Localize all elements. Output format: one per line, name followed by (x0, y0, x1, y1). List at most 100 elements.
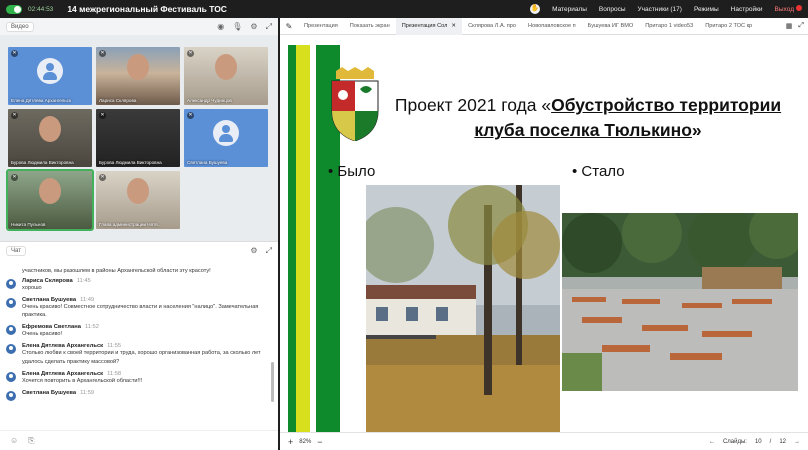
mic-off-icon: ✕ (11, 174, 18, 181)
tab-presentation[interactable]: Презентация (298, 18, 344, 35)
gear-icon[interactable]: ⚙ (250, 22, 257, 32)
user-icon (6, 371, 16, 382)
mic-off-icon: ✕ (99, 50, 106, 57)
mic-icon[interactable]: 🎙 (232, 22, 242, 32)
slide-navigation: ← Слайды: 10 / 12 → (709, 439, 800, 445)
tab-file[interactable]: Склярова Л.А. про (462, 18, 522, 35)
message-author: Светлана Бушуева (22, 389, 77, 396)
coat-of-arms-icon (331, 67, 379, 141)
video-tile[interactable]: ✕ Елена Дятлева Архангельск (8, 47, 92, 105)
pencil-icon[interactable]: ✎ (280, 22, 298, 31)
prev-slide-icon[interactable]: ← (709, 439, 715, 445)
raise-hand-icon[interactable]: ✋ (530, 4, 541, 14)
participant-video (39, 178, 61, 205)
video-tile-active-speaker[interactable]: ✕ Никита Пульнов (6, 169, 94, 231)
user-icon (6, 325, 16, 336)
next-slide-icon[interactable]: → (794, 439, 800, 445)
mic-off-icon: ✕ (11, 50, 18, 57)
chat-message: Елена Дятлева Архангельск 11:58 Хочется п… (6, 371, 264, 385)
tab-file[interactable]: Притаро 2 ТОС кр (699, 18, 758, 35)
video-grid: ✕ Елена Дятлева Архангельск ✕ Лариса Скл… (6, 47, 272, 231)
participant-name: Лариса Склярова (99, 98, 137, 103)
total-slides: 12 (779, 438, 786, 445)
slide-yellow-stripe (296, 45, 310, 445)
close-icon[interactable]: ✕ (451, 23, 456, 29)
video-tile[interactable]: ✕ Бурова Людмила Викторовна (96, 109, 180, 167)
nav-materials[interactable]: Материалы (552, 6, 587, 13)
participant-name: Елена Дятлева Архангельск (11, 98, 71, 103)
video-tile[interactable]: ✕ Бурова Людмила Викторовна (8, 109, 92, 167)
event-title: 14 межрегиональный Фестиваль ТОС (67, 4, 227, 14)
chat-message: Елена Дятлева Архангельск 11:55 Столько л… (6, 343, 264, 365)
participant-video (39, 116, 61, 143)
user-icon (6, 298, 16, 309)
record-toggle[interactable] (6, 4, 22, 14)
slide-canvas: Проект 2021 года «Обустройство территори… (288, 45, 808, 445)
chat-message: Лариса Склярова 11:45 хорошо (6, 278, 264, 292)
message-text: Хочется повторить в Архангельской област… (22, 377, 143, 384)
chat-message: Светлана Бушуева 11:49 Очень красиво! Сов… (6, 297, 264, 319)
nav-settings[interactable]: Настройки (731, 6, 763, 13)
mic-off-icon: ✕ (99, 112, 106, 119)
presentation-panel: ✎ Презентация Показать экран Презентация… (280, 17, 808, 450)
attach-icon[interactable]: ⎘ (28, 436, 34, 446)
expand-icon[interactable]: ⤢ (798, 22, 804, 30)
tab-active-presentation[interactable]: Презентация Сол ✕ (395, 17, 463, 35)
gear-icon[interactable]: ⚙ (250, 246, 257, 256)
emoji-icon[interactable]: ☺ (10, 436, 18, 445)
user-icon (6, 344, 16, 355)
record-time: 02:44:53 (28, 5, 54, 13)
exit-icon (796, 5, 802, 11)
exit-button[interactable]: Выход (775, 5, 802, 13)
slides-label: Слайды: (722, 438, 747, 445)
avatar-icon (213, 120, 239, 147)
video-tile[interactable]: ✕ Лариса Склярова (96, 47, 180, 105)
video-tile[interactable]: ✕ Глава администрации Нятв... (96, 171, 180, 229)
zoom-level: 82% (299, 438, 312, 445)
after-label: • Стало (572, 163, 625, 180)
chat-panel: Чат ⚙ ⤢ участников, мы разошлем в районы… (0, 241, 278, 450)
video-tile[interactable]: ✕ Светлана Бушуева (184, 109, 268, 167)
presentation-controls: + 82% − ← Слайды: 10 / 12 → (280, 432, 808, 450)
chat-input-bar: ☺ ⎘ (0, 430, 278, 450)
left-panel: Видео ◉ 🎙 ⚙ ⤢ ✕ Елена Дятлева Архангельс… (0, 18, 278, 450)
slide-white-stripe (310, 45, 316, 445)
participant-name: Бурова Людмила Викторовна (99, 160, 162, 165)
top-nav: ✋ Материалы Вопросы Участники (17) Режим… (530, 4, 802, 14)
zoom-in-button[interactable]: + (288, 437, 293, 447)
message-author: Елена Дятлева Архангельск (22, 370, 104, 377)
message-text: Очень красиво! (22, 331, 63, 338)
participant-name: Никита Пульнов (11, 222, 46, 227)
user-icon (6, 390, 16, 401)
nav-questions[interactable]: Вопросы (599, 6, 626, 13)
tab-share-screen[interactable]: Показать экран (344, 18, 396, 35)
before-photo (366, 185, 560, 445)
nav-participants[interactable]: Участники (17) (638, 6, 682, 13)
chat-message: Ефремова Светлана 11:52 Очень красиво! (6, 324, 264, 338)
video-panel-label: Видео (6, 21, 34, 32)
video-panel-header: Видео ◉ 🎙 ⚙ ⤢ (0, 18, 278, 35)
top-bar: 02:44:53 14 межрегиональный Фестиваль ТО… (0, 0, 808, 18)
chat-panel-label: Чат (6, 245, 26, 256)
camera-icon[interactable]: ◉ (217, 22, 224, 32)
avatar-icon (37, 58, 63, 85)
message-text: Столько любви к своей территории и труда… (22, 350, 261, 365)
tab-file[interactable]: Бушуева ИГ ВМО (582, 18, 640, 35)
chat-messages[interactable]: участников, мы разошлем в районы Арханге… (0, 265, 270, 430)
video-tile[interactable]: ✕ Александр Чудинцов (184, 47, 268, 105)
participant-name: Бурова Людмила Викторовна (11, 160, 74, 165)
expand-icon[interactable]: ⤢ (266, 22, 272, 32)
message-text: хорошо (22, 285, 42, 291)
nav-modes[interactable]: Режимы (694, 6, 719, 13)
expand-icon[interactable]: ⤢ (266, 246, 272, 256)
current-slide[interactable]: 10 (755, 439, 762, 445)
tab-file[interactable]: Притаро 1 video53 (639, 18, 699, 35)
zoom-out-button[interactable]: − (317, 437, 322, 447)
chat-scrollbar[interactable] (271, 362, 274, 402)
slide-separator: / (769, 438, 772, 445)
message-time: 11:45 (76, 278, 91, 284)
grid-icon[interactable]: ▦ (786, 22, 793, 30)
tab-file[interactable]: Новопавловское п (522, 18, 582, 35)
chat-panel-header: Чат ⚙ ⤢ (0, 242, 278, 259)
message-text: участников, мы разошлем в районы Арханге… (22, 268, 211, 274)
